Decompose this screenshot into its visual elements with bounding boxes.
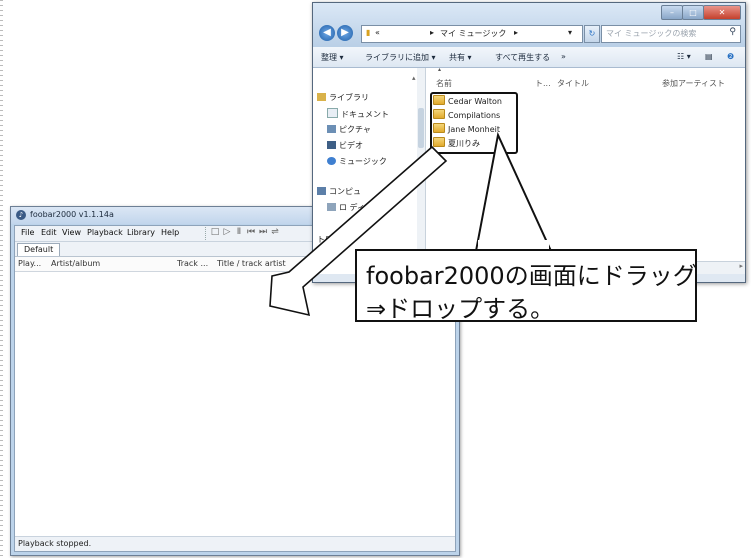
callout-line-1: foobar2000の画面にドラッグ — [366, 262, 697, 290]
instruction-callout: foobar2000の画面にドラッグ ⇒ドロップする。 — [355, 249, 697, 323]
callout-pointer — [474, 131, 553, 252]
callout-line-2: ⇒ドロップする。 — [366, 295, 555, 323]
